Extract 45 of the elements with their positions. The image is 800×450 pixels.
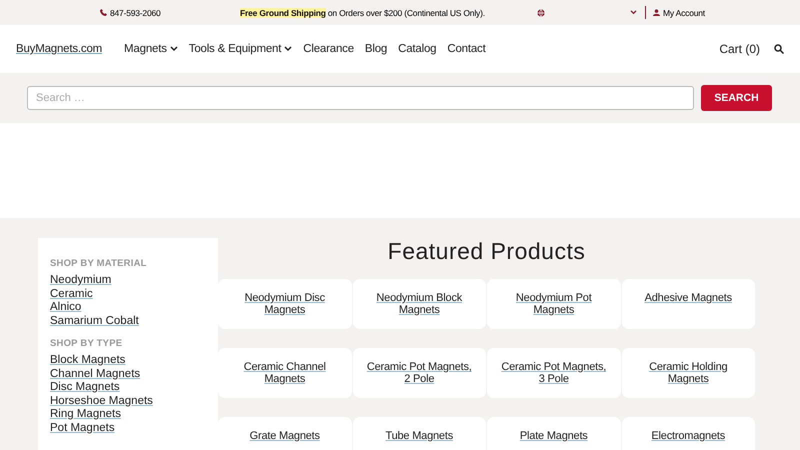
chevron-down-icon xyxy=(170,46,178,52)
chevron-down-icon[interactable] xyxy=(630,10,637,15)
phone-icon xyxy=(100,9,107,16)
search-field[interactable]: Search … xyxy=(27,86,694,110)
sidebar-link[interactable]: Block Magnets xyxy=(50,354,206,368)
product-card[interactable]: Grate Magnets xyxy=(218,417,352,450)
product-card[interactable]: Neodymium Disc Magnets xyxy=(218,279,352,329)
product-card[interactable]: Ceramic Pot Magnets, 2 Pole xyxy=(352,348,486,398)
sidebar-link[interactable]: Horseshoe Magnets xyxy=(50,394,206,408)
nav-link[interactable]: Clearance xyxy=(303,43,354,55)
nav-link[interactable]: Catalog xyxy=(398,43,436,55)
sidebar-heading: SHOP BY MATERIAL xyxy=(50,258,148,269)
account-link[interactable]: My Account xyxy=(663,8,705,18)
chevron-down-icon xyxy=(284,46,292,52)
globe-icon[interactable] xyxy=(537,8,545,16)
search-button[interactable]: SEARCH xyxy=(701,85,772,111)
search-icon[interactable] xyxy=(774,44,784,54)
person-icon xyxy=(653,9,660,16)
sidebar-link[interactable]: Disc Magnets xyxy=(50,381,206,394)
nav-link[interactable]: Blog xyxy=(364,43,388,55)
sidebar-link[interactable]: Alnico xyxy=(50,301,206,314)
sidebar-link[interactable]: Ring Magnets xyxy=(50,408,206,422)
cart-link[interactable]: Cart (0) xyxy=(719,42,760,56)
shipping-notice: Free Ground Shipping on Orders over $200 (Continental US Only). xyxy=(240,8,485,18)
nav-link[interactable]: Tools & Equipment xyxy=(188,43,292,55)
sidebar-link[interactable]: Pot Magnets xyxy=(50,422,206,435)
sidebar-heading: SHOP BY TYPE xyxy=(50,338,124,349)
product-card[interactable]: Neodymium Block Magnets xyxy=(352,279,486,329)
product-card[interactable]: Ceramic Channel Magnets xyxy=(218,348,352,398)
nav-link[interactable]: Magnets xyxy=(124,43,178,55)
sidebar-link[interactable]: Neodymium xyxy=(50,274,206,288)
nav-link[interactable]: Contact xyxy=(447,43,486,55)
phone-number[interactable]: 847-593-2060 xyxy=(110,8,161,18)
product-card[interactable]: Ceramic Pot Magnets, 3 Pole xyxy=(487,348,620,398)
product-card[interactable]: Adhesive Magnets xyxy=(622,279,755,329)
product-card[interactable]: Plate Magnets xyxy=(487,417,620,450)
site-logo[interactable]: BuyMagnets.com xyxy=(16,43,102,55)
sidebar-link[interactable]: Samarium Cobalt xyxy=(50,314,206,328)
product-card[interactable]: Tube Magnets xyxy=(352,417,486,450)
sidebar-link[interactable]: Ceramic xyxy=(50,288,206,301)
section-title: Featured Products xyxy=(386,238,586,266)
product-card[interactable]: Ceramic Holding Magnets xyxy=(622,348,755,398)
product-card[interactable]: Electromagnets xyxy=(622,417,755,450)
product-card[interactable]: Neodymium Pot Magnets xyxy=(487,279,620,329)
sidebar-link[interactable]: Channel Magnets xyxy=(50,368,206,381)
